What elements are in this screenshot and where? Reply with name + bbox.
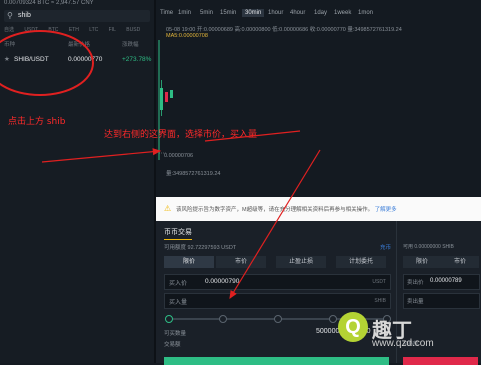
sell-amount-field[interactable]: 卖出量 (403, 293, 480, 309)
candle-2 (165, 92, 168, 102)
tf-1min[interactable]: 1min (178, 10, 191, 16)
tf-5min[interactable]: 5min (200, 10, 213, 16)
deposit-link[interactable]: 充币 (380, 243, 391, 251)
annotation-left: 点击上方 shib (8, 117, 66, 127)
tab-fil[interactable]: FIL (109, 27, 116, 33)
row-change: +273.78% (122, 56, 152, 63)
tf-1hour[interactable]: 1hour (268, 10, 283, 16)
buy-price-unit: USDT (372, 279, 386, 285)
header-change: 涨跌幅 (122, 42, 139, 48)
order-tab-plan[interactable]: 计划委托 (336, 256, 386, 268)
buy-amount-field[interactable]: 买入量 SHIB (164, 293, 391, 309)
buy-price-field[interactable]: 买入价 0.00000790 USDT (164, 274, 391, 290)
sell-tab-limit[interactable]: 限价 (403, 256, 441, 268)
buyable-amount-label: 可买数量 (164, 331, 187, 337)
tab-favorites[interactable]: 自选 (4, 27, 14, 33)
order-tab-market[interactable]: 市价 (216, 256, 266, 268)
chart-trade-panel: Time 1min 5min 15min 30min 1hour 4hour 1… (156, 0, 481, 365)
slider-stop-75[interactable] (329, 315, 337, 323)
candle-3 (170, 90, 173, 98)
trade-title[interactable]: 币币交易 (164, 227, 192, 240)
slider-stop-50[interactable] (274, 315, 282, 323)
slider-stop-25[interactable] (219, 315, 227, 323)
search-value: shib (18, 12, 31, 19)
sell-tab-market[interactable]: 市价 (441, 256, 479, 268)
learn-more-link[interactable]: 了解更多 (375, 207, 397, 213)
sell-price-field[interactable]: 卖出价 0.00000789 (403, 274, 480, 290)
tf-30min[interactable]: 30min (242, 9, 265, 17)
tf-1mon[interactable]: 1mon (358, 10, 373, 16)
annotation-right: 达到右侧的这界面，选择市价，买入量 (104, 130, 258, 140)
available-balance: 可用额度 92.72297593 USDT (164, 245, 237, 251)
tf-1week[interactable]: 1week (334, 10, 351, 16)
ma-readout: MA5:0.00000708 (166, 33, 208, 39)
tf-time[interactable]: Time (160, 10, 173, 16)
notice-text: 该风险提示旨为数字资产，M超级等，请在充分理解相关资料后再参与相关操作。 (176, 207, 374, 213)
buy-price-value: 0.00000790 (205, 278, 240, 285)
order-tab-limit[interactable]: 限价 (164, 256, 214, 268)
buy-amount-unit: SHIB (374, 298, 386, 304)
buy-amount-label: 买入量 (169, 300, 188, 306)
watermark: Q 趣丁 www.qzd.com (338, 312, 481, 363)
search-icon: ⚲ (7, 11, 13, 20)
account-balance: 0.00709324 BTC ≈ 2,947.57 CNY (4, 0, 94, 6)
low-price-label: 0.00000706 (164, 153, 194, 159)
tf-4hour[interactable]: 4hour (290, 10, 305, 16)
total-label: 交易额 (164, 342, 181, 348)
sell-available: 可用 0.00000000 SHIB (403, 244, 454, 250)
tf-1day[interactable]: 1day (314, 10, 327, 16)
order-tab-stop[interactable]: 止盈止损 (276, 256, 326, 268)
warning-icon: ⚠ (164, 204, 172, 213)
search-input[interactable]: ⚲ shib (4, 10, 150, 22)
watermark-logo-icon: Q (338, 312, 368, 342)
ohlc-readout: 05-08 19:00 开:0.00000689 高:0.00000800 低:… (166, 27, 402, 33)
sell-amount-label: 卖出量 (407, 299, 424, 305)
volume-readout: 量:3498572761319.24 (166, 171, 221, 177)
tab-busd[interactable]: BUSD (126, 27, 140, 33)
buy-price-label: 买入价 (169, 281, 188, 287)
candlestick-chart[interactable] (156, 40, 481, 160)
tab-eth[interactable]: ETH (69, 27, 79, 33)
tab-ltc[interactable]: LTC (89, 27, 98, 33)
watermark-url: www.qzd.com (372, 338, 434, 349)
sell-price-value: 0.00000789 (430, 278, 462, 284)
sell-price-label: 卖出价 (407, 280, 424, 286)
risk-notice: ⚠ 该风险提示旨为数字资产，M超级等，请在充分理解相关资料后再参与相关操作。 了… (156, 197, 481, 221)
slider-stop-0[interactable] (165, 315, 173, 323)
tf-15min[interactable]: 15min (220, 10, 236, 16)
